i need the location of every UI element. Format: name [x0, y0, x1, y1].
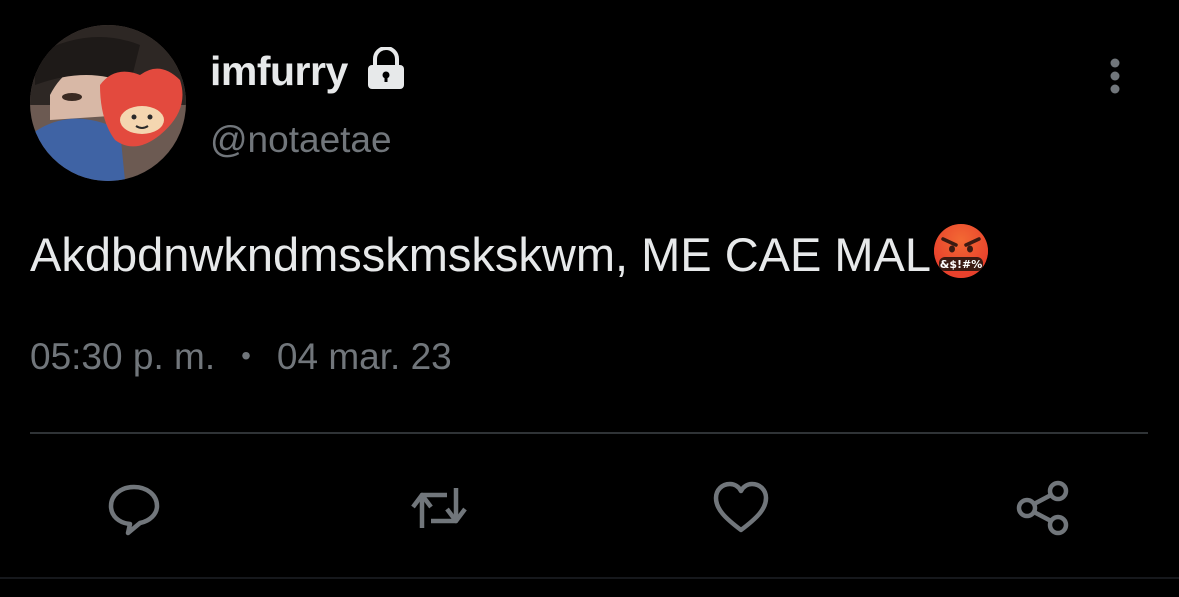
tweet-time: 05:30 p. m. [30, 336, 216, 377]
meta-separator: • [241, 340, 251, 371]
lock-icon [364, 46, 408, 91]
like-icon[interactable] [711, 478, 771, 538]
bottom-divider [0, 577, 1179, 579]
face-with-symbols-on-mouth-emoji: &$!#% [931, 221, 991, 281]
handle[interactable]: @notaetae [210, 117, 392, 163]
more-vertical-icon[interactable] [1098, 55, 1132, 99]
tweet-meta: 05:30 p. m. • 04 mar. 23 [30, 333, 452, 380]
tweet-body: Akdbdnwkndmsskmskskwm, ME CAE MAL [30, 228, 932, 281]
tweet-date: 04 mar. 23 [276, 336, 452, 377]
tweet-text: Akdbdnwkndmsskmskskwm, ME CAE MAL &$!#% [30, 221, 991, 284]
reply-icon[interactable] [104, 478, 164, 538]
share-icon[interactable] [1014, 478, 1074, 538]
display-name[interactable]: imfurry [210, 46, 348, 96]
avatar[interactable] [30, 25, 186, 181]
svg-text:&$!#%: &$!#% [940, 258, 983, 271]
divider [30, 432, 1148, 434]
retweet-icon[interactable] [409, 478, 469, 538]
